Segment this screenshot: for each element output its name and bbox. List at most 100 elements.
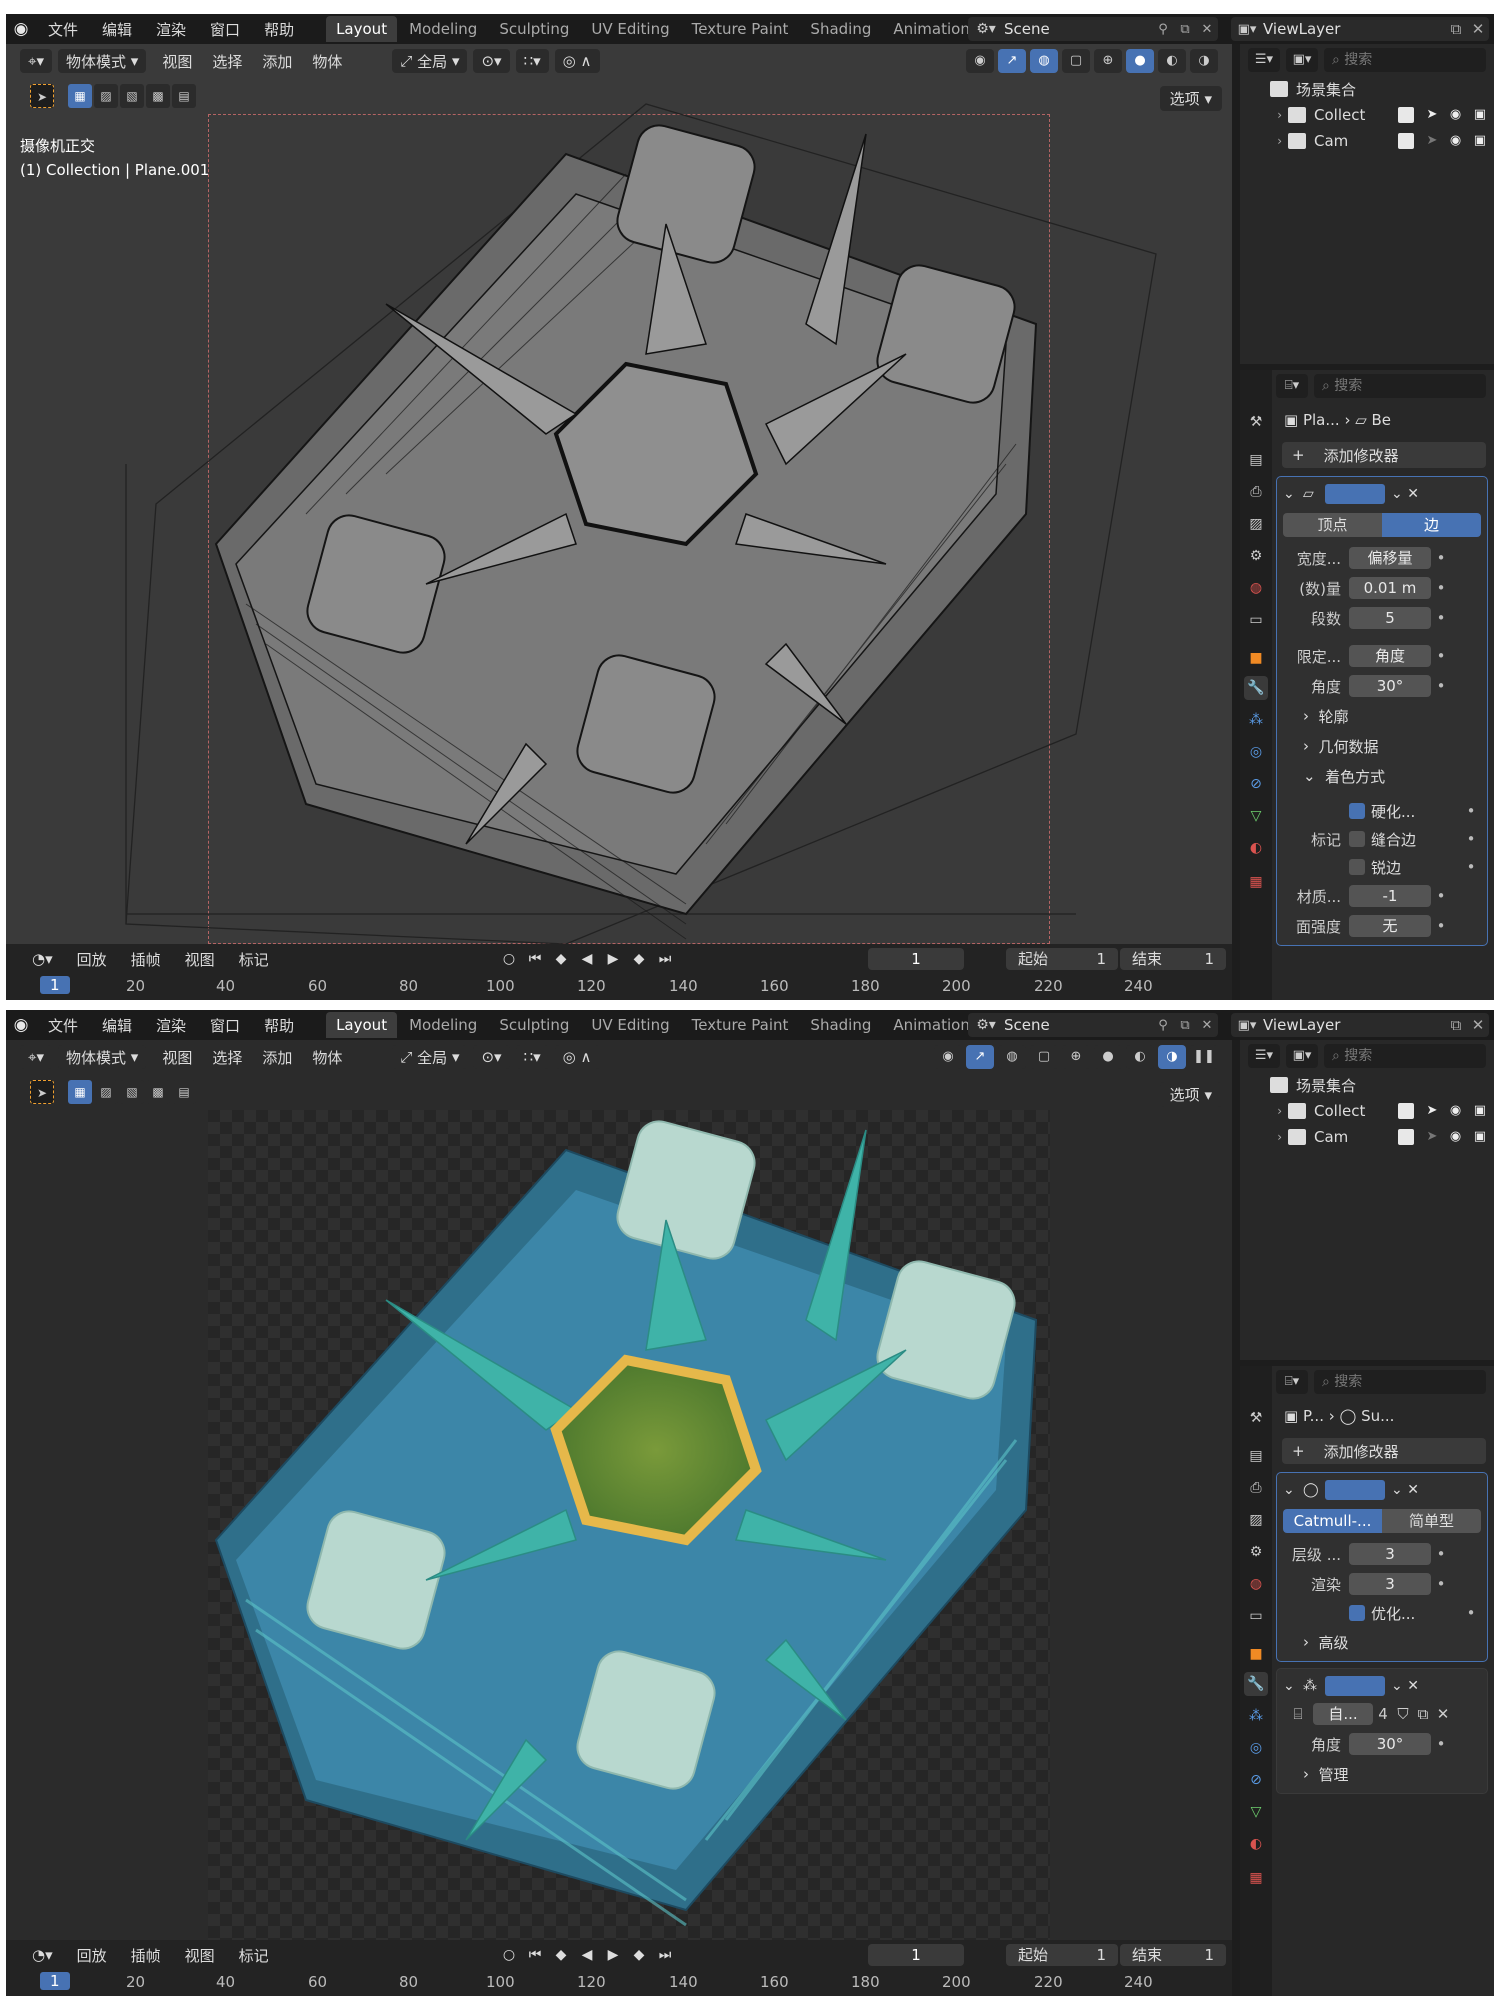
duplicate-icon[interactable]: ⧉ [1413, 1705, 1433, 1723]
select-cursor-icon[interactable]: ➤ [30, 84, 54, 108]
data-tab-icon[interactable]: ▽ [1244, 804, 1268, 828]
render-tab-icon[interactable]: ▤ [1244, 448, 1268, 472]
keyframe-dot-icon[interactable]: • [1431, 549, 1451, 567]
prev-key-icon[interactable]: ◆ [548, 948, 574, 970]
include-checkbox[interactable] [1398, 107, 1414, 123]
proportional-edit-icon[interactable]: ◎ ∧ [554, 1045, 600, 1069]
tab-shading[interactable]: Shading [800, 16, 881, 42]
material-tab-icon[interactable]: ◐ [1244, 1832, 1268, 1856]
menu-select[interactable]: 选择 [202, 1047, 252, 1068]
timeline-editor-icon[interactable]: ◔▾ [20, 1946, 65, 1964]
close-icon[interactable]: ✕ [1407, 1678, 1419, 1694]
select-arrow-icon[interactable]: ➤ [1426, 1103, 1437, 1119]
close-icon[interactable]: ✕ [1467, 1016, 1489, 1034]
menu-edit[interactable]: 编辑 [90, 1015, 144, 1036]
face-strength-dropdown[interactable]: 无 [1349, 915, 1431, 937]
menu-render[interactable]: 渲染 [144, 19, 198, 40]
collapse-icon[interactable]: ⌄ [1283, 1482, 1303, 1498]
tab-layout[interactable]: Layout [326, 1012, 398, 1038]
menu-select[interactable]: 选择 [202, 51, 252, 72]
crumb-object[interactable]: Pla... [1303, 411, 1340, 429]
close-icon[interactable]: ✕ [1196, 1018, 1218, 1033]
eye-icon[interactable]: ◉ [1450, 107, 1461, 123]
select-arrow-icon[interactable]: ➤ [1426, 107, 1437, 123]
next-key-icon[interactable]: ◆ [626, 948, 652, 970]
next-key-icon[interactable]: ◆ [626, 1944, 652, 1966]
xray-icon[interactable]: ▢ [1030, 1045, 1058, 1069]
pause-icon[interactable]: ❚❚ [1190, 1045, 1218, 1069]
view-layer-selector[interactable]: ▣▾ ViewLayer ⧉ ✕ [1231, 1013, 1489, 1037]
menu-file[interactable]: 文件 [36, 1015, 90, 1036]
scene-selector[interactable]: ⚙▾ Scene ⚲ ⧉ ✕ [968, 1013, 1218, 1037]
constraints-tab-icon[interactable]: ⊘ [1244, 772, 1268, 796]
menu-keying[interactable]: 插帧 [119, 1945, 173, 1966]
user-count[interactable]: 4 [1373, 1705, 1393, 1723]
eye-icon[interactable]: ◉ [1450, 133, 1461, 149]
solid-shading-icon[interactable]: ● [1126, 49, 1154, 73]
keyframe-dot-icon[interactable]: • [1431, 1735, 1451, 1753]
levels-field[interactable]: 3 [1349, 1543, 1431, 1565]
camera-icon[interactable]: ▣ [1474, 1129, 1486, 1145]
mode-dropdown[interactable]: 物体模式 ▾ [57, 49, 147, 73]
tab-modeling[interactable]: Modeling [399, 1012, 487, 1038]
tab-sculpting[interactable]: Sculpting [489, 1012, 579, 1038]
select-new-icon[interactable]: ▦ [68, 84, 92, 108]
record-icon[interactable]: ○ [496, 948, 522, 970]
node-group-field[interactable]: 自... [1313, 1703, 1373, 1725]
add-modifier-button[interactable]: + 添加修改器 [1282, 442, 1486, 468]
snap-icon[interactable]: ∷▾ [515, 49, 549, 73]
manage-subpanel[interactable]: › 管理 [1283, 1759, 1481, 1789]
width-type-dropdown[interactable]: 偏移量 [1349, 547, 1431, 569]
frame-ruler[interactable]: 1 20 40 60 80 100 120 140 160 180 200 22… [6, 1970, 1232, 1996]
advanced-subpanel[interactable]: › 高级 [1283, 1627, 1481, 1657]
properties-search-input[interactable]: ⌕ 搜索 [1314, 374, 1486, 398]
keyframe-dot-icon[interactable]: • [1461, 802, 1481, 820]
keyframe-dot-icon[interactable]: • [1431, 609, 1451, 627]
frame-ruler[interactable]: 1 20 40 60 80 100 120 140 160 180 200 22… [6, 974, 1232, 1000]
pivot-icon[interactable]: ⊙▾ [473, 1045, 510, 1069]
collection-tab-icon[interactable]: ▭ [1244, 1604, 1268, 1628]
close-icon[interactable]: ✕ [1407, 486, 1419, 502]
rendered-shading-icon[interactable]: ◑ [1190, 49, 1218, 73]
current-frame-field[interactable]: 1 [868, 948, 964, 970]
outliner-item-cam[interactable]: › Cam ➤ ◉ ▣ [1240, 1124, 1494, 1150]
close-icon[interactable]: ✕ [1433, 1705, 1453, 1723]
blender-logo-icon[interactable]: ◉ [6, 1015, 36, 1035]
select-intersect-icon[interactable]: ▤ [172, 1080, 196, 1104]
tab-texture-paint[interactable]: Texture Paint [682, 1012, 799, 1038]
menu-view[interactable]: 视图 [152, 51, 202, 72]
physics-tab-icon[interactable]: ◎ [1244, 1736, 1268, 1760]
tab-texture-paint[interactable]: Texture Paint [682, 16, 799, 42]
object-tab-icon[interactable]: ■ [1244, 646, 1268, 670]
current-frame-field[interactable]: 1 [868, 1944, 964, 1966]
texture-tab-icon[interactable]: ▦ [1244, 1866, 1268, 1890]
keyframe-dot-icon[interactable]: • [1461, 858, 1481, 876]
keyframe-dot-icon[interactable]: • [1461, 1604, 1481, 1622]
select-extend-icon[interactable]: ▨ [94, 1080, 118, 1104]
rendered-shading-icon[interactable]: ◑ [1158, 1045, 1186, 1069]
new-layer-icon[interactable]: ⧉ [1445, 1016, 1467, 1034]
keyframe-dot-icon[interactable]: • [1431, 917, 1451, 935]
properties-editor-icon[interactable]: ⌸▾ [1276, 374, 1308, 398]
collection-tab-icon[interactable]: ▭ [1244, 608, 1268, 632]
vertices-tab[interactable]: 顶点 [1283, 513, 1382, 537]
3d-viewport[interactable]: ⌖▾ 物体模式 ▾ 视图 选择 添加 物体 ⤢ 全局 ▾ ⊙▾ ∷▾ ◎ ∧ ◉… [6, 1040, 1232, 1940]
add-modifier-button[interactable]: + 添加修改器 [1282, 1438, 1486, 1464]
end-frame-field[interactable]: 结束 1 [1120, 948, 1226, 970]
simple-tab[interactable]: 简单型 [1382, 1509, 1481, 1533]
catmull-clark-tab[interactable]: Catmull-... [1283, 1509, 1382, 1533]
solid-shading-icon[interactable]: ● [1094, 1045, 1122, 1069]
view-layer-tab-icon[interactable]: ▨ [1244, 1508, 1268, 1532]
gizmo-icon[interactable]: ↗ [966, 1045, 994, 1069]
jump-end-icon[interactable]: ⏭ [652, 948, 678, 970]
profile-subpanel[interactable]: › 轮廓 [1283, 701, 1481, 731]
keyframe-dot-icon[interactable]: • [1431, 647, 1451, 665]
material-tab-icon[interactable]: ◐ [1244, 836, 1268, 860]
tab-animation[interactable]: Animation [883, 16, 979, 42]
render-tab-icon[interactable]: ▤ [1244, 1444, 1268, 1468]
fake-user-icon[interactable]: ⛉ [1393, 1705, 1413, 1723]
include-checkbox[interactable] [1398, 133, 1414, 149]
include-checkbox[interactable] [1398, 1103, 1414, 1119]
modifier-tab-icon[interactable]: 🔧 [1244, 676, 1268, 700]
constraints-tab-icon[interactable]: ⊘ [1244, 1768, 1268, 1792]
